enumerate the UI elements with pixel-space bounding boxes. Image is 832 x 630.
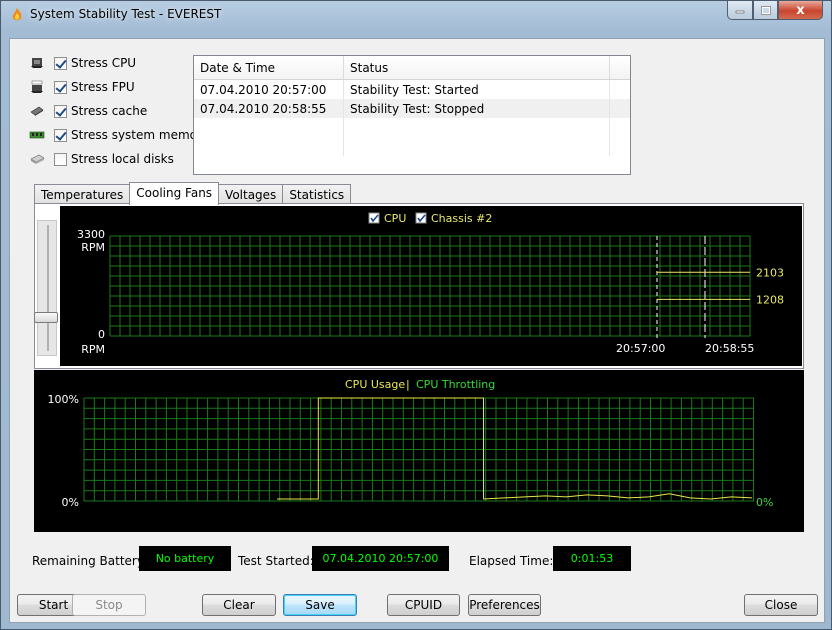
stress-disks-option[interactable]: Stress local disks	[28, 150, 174, 168]
close-button[interactable]: Close	[744, 594, 818, 616]
event-log-table[interactable]: Date & Time Status 07.04.2010 20:57:00 S…	[193, 55, 631, 175]
legend-usage-label: CPU Usage	[345, 378, 405, 391]
disk-icon	[28, 152, 46, 166]
stress-cache-label: Stress cache	[71, 104, 148, 118]
stress-cpu-option[interactable]: Stress CPU	[28, 54, 136, 72]
stress-cache-checkbox[interactable]	[54, 104, 67, 118]
stress-cpu-checkbox[interactable]	[54, 56, 67, 70]
row-status: Stability Test: Started	[344, 80, 610, 99]
empty-row	[194, 137, 630, 156]
legend-cpu-label: CPU	[384, 212, 406, 225]
table-row[interactable]: 07.04.2010 20:57:00 Stability Test: Star…	[194, 80, 630, 99]
graph-scale-slider-thumb[interactable]	[34, 312, 58, 323]
cooling-fans-chart: CPU Chassis #2 3300 RPM 0 RPM 20:57:00 2…	[60, 206, 802, 366]
legend-separator: |	[406, 378, 410, 391]
legend-throttling-label: CPU Throttling	[416, 378, 495, 391]
dialog-body: Stress CPU Stress FPU Stress cache Stres…	[9, 38, 825, 623]
stress-disks-checkbox[interactable]	[54, 152, 67, 166]
stop-button[interactable]: Stop	[72, 594, 146, 616]
x-label-start: 20:57:00	[616, 342, 665, 355]
tab-statistics[interactable]: Statistics	[282, 184, 352, 205]
battery-value: No battery	[139, 546, 231, 571]
memory-icon	[28, 128, 46, 142]
cpu-usage-series-line	[277, 397, 753, 500]
row-status: Stability Test: Stopped	[344, 99, 610, 118]
column-header-datetime[interactable]: Date & Time	[194, 56, 344, 79]
empty-row	[194, 118, 630, 137]
application-window: System Stability Test - EVEREST x Stress…	[0, 0, 832, 630]
row-datetime: 07.04.2010 20:58:55	[194, 99, 344, 118]
stress-cpu-label: Stress CPU	[71, 56, 137, 70]
minimize-button[interactable]	[727, 1, 753, 20]
table-row[interactable]: 07.04.2010 20:58:55 Stability Test: Stop…	[194, 99, 630, 118]
stress-memory-checkbox[interactable]	[54, 128, 67, 142]
minimize-icon	[735, 10, 745, 14]
close-icon: x	[796, 2, 805, 18]
save-button[interactable]: Save	[283, 594, 357, 616]
fpu-icon	[28, 80, 46, 94]
throttling-value-label: 0%	[756, 496, 773, 509]
stress-memory-label: Stress system memory	[71, 128, 210, 142]
tab-temperatures[interactable]: Temperatures	[34, 184, 131, 205]
legend-chassis-checkbox[interactable]	[415, 212, 427, 224]
y-min-unit: RPM	[81, 343, 105, 356]
y-min-label: 0	[98, 328, 105, 341]
test-started-label: Test Started:	[238, 554, 314, 568]
battery-label: Remaining Battery:	[32, 554, 148, 568]
cpu-icon	[28, 56, 46, 70]
cooling-fans-plot: CPU Chassis #2 3300 RPM 0 RPM 20:57:00 2…	[77, 212, 784, 356]
x-label-stop: 20:58:55	[705, 342, 754, 355]
everest-flame-icon	[12, 8, 22, 21]
elapsed-time-label: Elapsed Time:	[469, 554, 554, 568]
close-window-button[interactable]: x	[778, 1, 823, 20]
maximize-button[interactable]	[753, 1, 778, 20]
stress-fpu-checkbox[interactable]	[54, 80, 67, 94]
tab-cooling-fans[interactable]: Cooling Fans	[129, 182, 220, 205]
y-max-label: 3300	[77, 228, 105, 241]
fan-chassis-value-label: 1208	[756, 293, 784, 306]
y-max-label: 100%	[48, 393, 79, 406]
elapsed-time-value: 0:01:53	[553, 546, 631, 571]
stress-fpu-option[interactable]: Stress FPU	[28, 78, 135, 96]
test-started-value: 07.04.2010 20:57:00	[312, 546, 449, 571]
stress-fpu-label: Stress FPU	[71, 80, 135, 94]
maximize-icon	[760, 5, 771, 15]
cache-icon	[28, 104, 46, 118]
chart-tabs: Temperatures Cooling Fans Voltages Stati…	[34, 182, 352, 205]
title-bar[interactable]: System Stability Test - EVEREST x	[1, 1, 831, 29]
fan-cpu-value-label: 2103	[756, 266, 784, 279]
stress-disks-label: Stress local disks	[71, 152, 174, 166]
y-max-unit: RPM	[81, 241, 105, 254]
cpu-usage-plot: CPU Usage | CPU Throttling 100% 0% 0%	[48, 378, 774, 509]
table-header: Date & Time Status	[194, 56, 630, 80]
stress-cache-option[interactable]: Stress cache	[28, 102, 147, 120]
stress-memory-option[interactable]: Stress system memory	[28, 126, 209, 144]
graph-scale-slider-track[interactable]	[37, 220, 57, 356]
cpuid-button[interactable]: CPUID	[387, 594, 460, 616]
clear-button[interactable]: Clear	[202, 594, 276, 616]
legend-cpu-checkbox[interactable]	[368, 212, 380, 224]
window-title: System Stability Test - EVEREST	[30, 7, 222, 21]
preferences-button[interactable]: Preferences	[468, 594, 541, 616]
row-datetime: 07.04.2010 20:57:00	[194, 80, 344, 99]
legend-chassis-label: Chassis #2	[431, 212, 492, 225]
y-min-label: 0%	[62, 496, 79, 509]
cpu-usage-chart: CPU Usage | CPU Throttling 100% 0% 0%	[34, 370, 804, 532]
column-header-status[interactable]: Status	[344, 56, 610, 79]
tab-voltages[interactable]: Voltages	[218, 184, 284, 205]
